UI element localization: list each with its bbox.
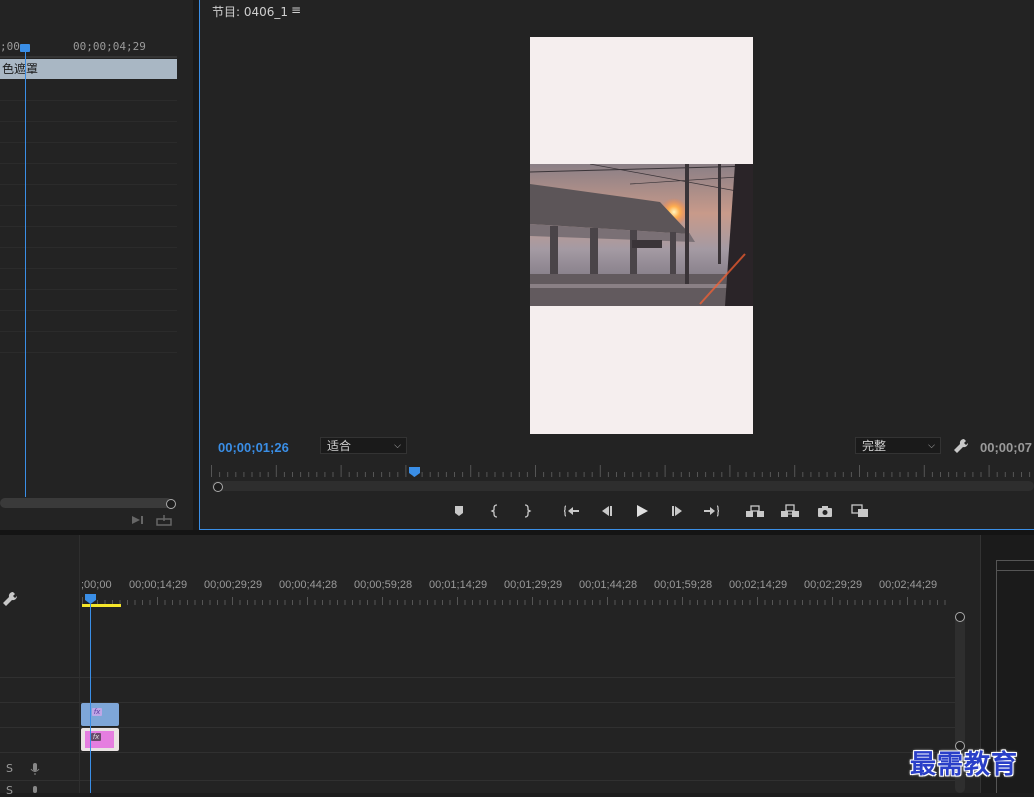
source-playhead-line bbox=[25, 52, 26, 497]
source-row-divider bbox=[0, 100, 177, 101]
play-icon bbox=[637, 505, 648, 517]
fx-badge: fx bbox=[91, 733, 101, 741]
program-ruler[interactable] bbox=[211, 464, 1034, 478]
source-row-divider bbox=[0, 205, 177, 206]
mark-in-button[interactable] bbox=[485, 501, 505, 521]
go-to-out-button[interactable] bbox=[701, 501, 721, 521]
timeline-playhead-line bbox=[90, 604, 91, 793]
track-header-area bbox=[0, 535, 80, 793]
compare-icon bbox=[851, 504, 868, 517]
source-monitor-panel bbox=[0, 0, 193, 530]
chevron-down-icon: ⌵ bbox=[394, 441, 401, 451]
timeline-ruler-label: 00;01;29;29 bbox=[504, 579, 563, 591]
timeline-panel bbox=[0, 535, 980, 793]
mark-out-button[interactable] bbox=[517, 501, 537, 521]
work-area-bar[interactable] bbox=[82, 604, 121, 607]
step-forward-icon bbox=[672, 506, 682, 516]
microphone-icon[interactable] bbox=[30, 785, 40, 793]
source-row-divider bbox=[0, 247, 177, 248]
play-button[interactable] bbox=[632, 501, 652, 521]
timeline-ruler-label: 00;02;29;29 bbox=[804, 579, 863, 591]
timeline-ruler[interactable] bbox=[82, 596, 952, 606]
panel-menu-icon[interactable]: ≡ bbox=[291, 3, 301, 17]
extract-button[interactable] bbox=[780, 501, 800, 521]
go-to-out-icon bbox=[704, 505, 719, 517]
zoom-fit-value: 适合 bbox=[327, 439, 352, 453]
source-clip-label: 色遮罩 bbox=[2, 62, 39, 76]
program-scrollbar[interactable] bbox=[212, 481, 1034, 491]
timeline-ruler-label: 00;00;14;29 bbox=[129, 579, 188, 591]
timeline-ruler-label: 00;01;59;28 bbox=[654, 579, 713, 591]
timeline-ruler-label: 00;00;44;28 bbox=[279, 579, 338, 591]
insert-icon[interactable] bbox=[131, 514, 147, 526]
chevron-down-icon: ⌵ bbox=[928, 441, 935, 451]
track-divider bbox=[0, 752, 955, 753]
source-row-divider bbox=[0, 184, 177, 185]
fx-badge: fx bbox=[92, 708, 102, 716]
timeline-scroll-handle-top[interactable] bbox=[955, 612, 965, 622]
track-divider bbox=[0, 677, 955, 678]
timeline-ruler-label: 00;01;14;29 bbox=[429, 579, 488, 591]
camera-icon bbox=[818, 506, 832, 517]
video-frame-image bbox=[530, 164, 753, 306]
source-row-divider bbox=[0, 226, 177, 227]
source-row-divider bbox=[0, 268, 177, 269]
source-clip-bar[interactable]: 色遮罩 bbox=[0, 59, 177, 79]
export-icon[interactable] bbox=[156, 514, 172, 526]
source-zoom-handle[interactable] bbox=[166, 499, 176, 509]
playback-resolution-value: 完整 bbox=[862, 439, 887, 453]
timeline-ruler-label: 00;01;44;28 bbox=[579, 579, 638, 591]
step-back-button[interactable] bbox=[597, 501, 617, 521]
duration-timecode: 00;00;07 bbox=[980, 440, 1033, 455]
add-marker-button[interactable] bbox=[449, 501, 469, 521]
mark-in-icon bbox=[490, 504, 498, 518]
track-divider bbox=[0, 780, 955, 781]
source-row-divider bbox=[0, 142, 177, 143]
export-frame-button[interactable] bbox=[815, 501, 835, 521]
timeline-ruler-label: 00;02;44;29 bbox=[879, 579, 938, 591]
source-row-divider bbox=[0, 331, 177, 332]
program-zoom-handle[interactable] bbox=[213, 482, 223, 492]
timeline-settings-icon[interactable] bbox=[2, 591, 18, 607]
track-divider bbox=[0, 727, 955, 728]
watermark-logo: 最需教育 bbox=[910, 750, 1019, 780]
marker-icon bbox=[455, 506, 463, 516]
audio-track-label: S bbox=[6, 762, 13, 775]
lift-icon bbox=[746, 505, 764, 517]
step-back-icon bbox=[602, 506, 612, 516]
program-monitor-title[interactable]: 节目: 0406_1 bbox=[212, 3, 288, 20]
source-scrollbar[interactable] bbox=[0, 498, 172, 508]
go-to-in-icon bbox=[564, 505, 579, 517]
timeline-ruler-label: 00;00;59;28 bbox=[354, 579, 413, 591]
timeline-ruler-label: 00;02;14;29 bbox=[729, 579, 788, 591]
lift-button[interactable] bbox=[745, 501, 765, 521]
timeline-ruler-label: ;00;00 bbox=[81, 579, 112, 591]
audio-meter-divider bbox=[996, 570, 1034, 571]
source-row-divider bbox=[0, 163, 177, 164]
track-divider bbox=[0, 702, 955, 703]
extract-icon bbox=[781, 504, 799, 517]
source-row-divider bbox=[0, 289, 177, 290]
current-timecode[interactable]: 00;00;01;26 bbox=[218, 440, 289, 455]
zoom-fit-select[interactable]: 适合 ⌵ bbox=[320, 437, 407, 454]
source-playhead-handle[interactable] bbox=[20, 44, 30, 52]
wrench-icon[interactable] bbox=[953, 438, 969, 454]
timeline-playhead-handle[interactable] bbox=[85, 594, 96, 604]
mark-out-icon bbox=[524, 504, 532, 518]
timeline-clip-v2[interactable]: fx bbox=[81, 703, 119, 726]
step-forward-button[interactable] bbox=[667, 501, 687, 521]
source-row-divider bbox=[0, 121, 177, 122]
program-playhead[interactable] bbox=[409, 467, 420, 477]
microphone-icon[interactable] bbox=[30, 762, 40, 776]
playback-resolution-select[interactable]: 完整 ⌵ bbox=[855, 437, 941, 454]
compare-view-button[interactable] bbox=[850, 501, 870, 521]
audio-track-label: S bbox=[6, 784, 13, 797]
go-to-in-button[interactable] bbox=[562, 501, 582, 521]
timeline-ruler-label: 00;00;29;29 bbox=[204, 579, 263, 591]
source-row-divider bbox=[0, 310, 177, 311]
source-ruler-ticks bbox=[0, 56, 177, 58]
source-row-divider bbox=[0, 352, 177, 353]
